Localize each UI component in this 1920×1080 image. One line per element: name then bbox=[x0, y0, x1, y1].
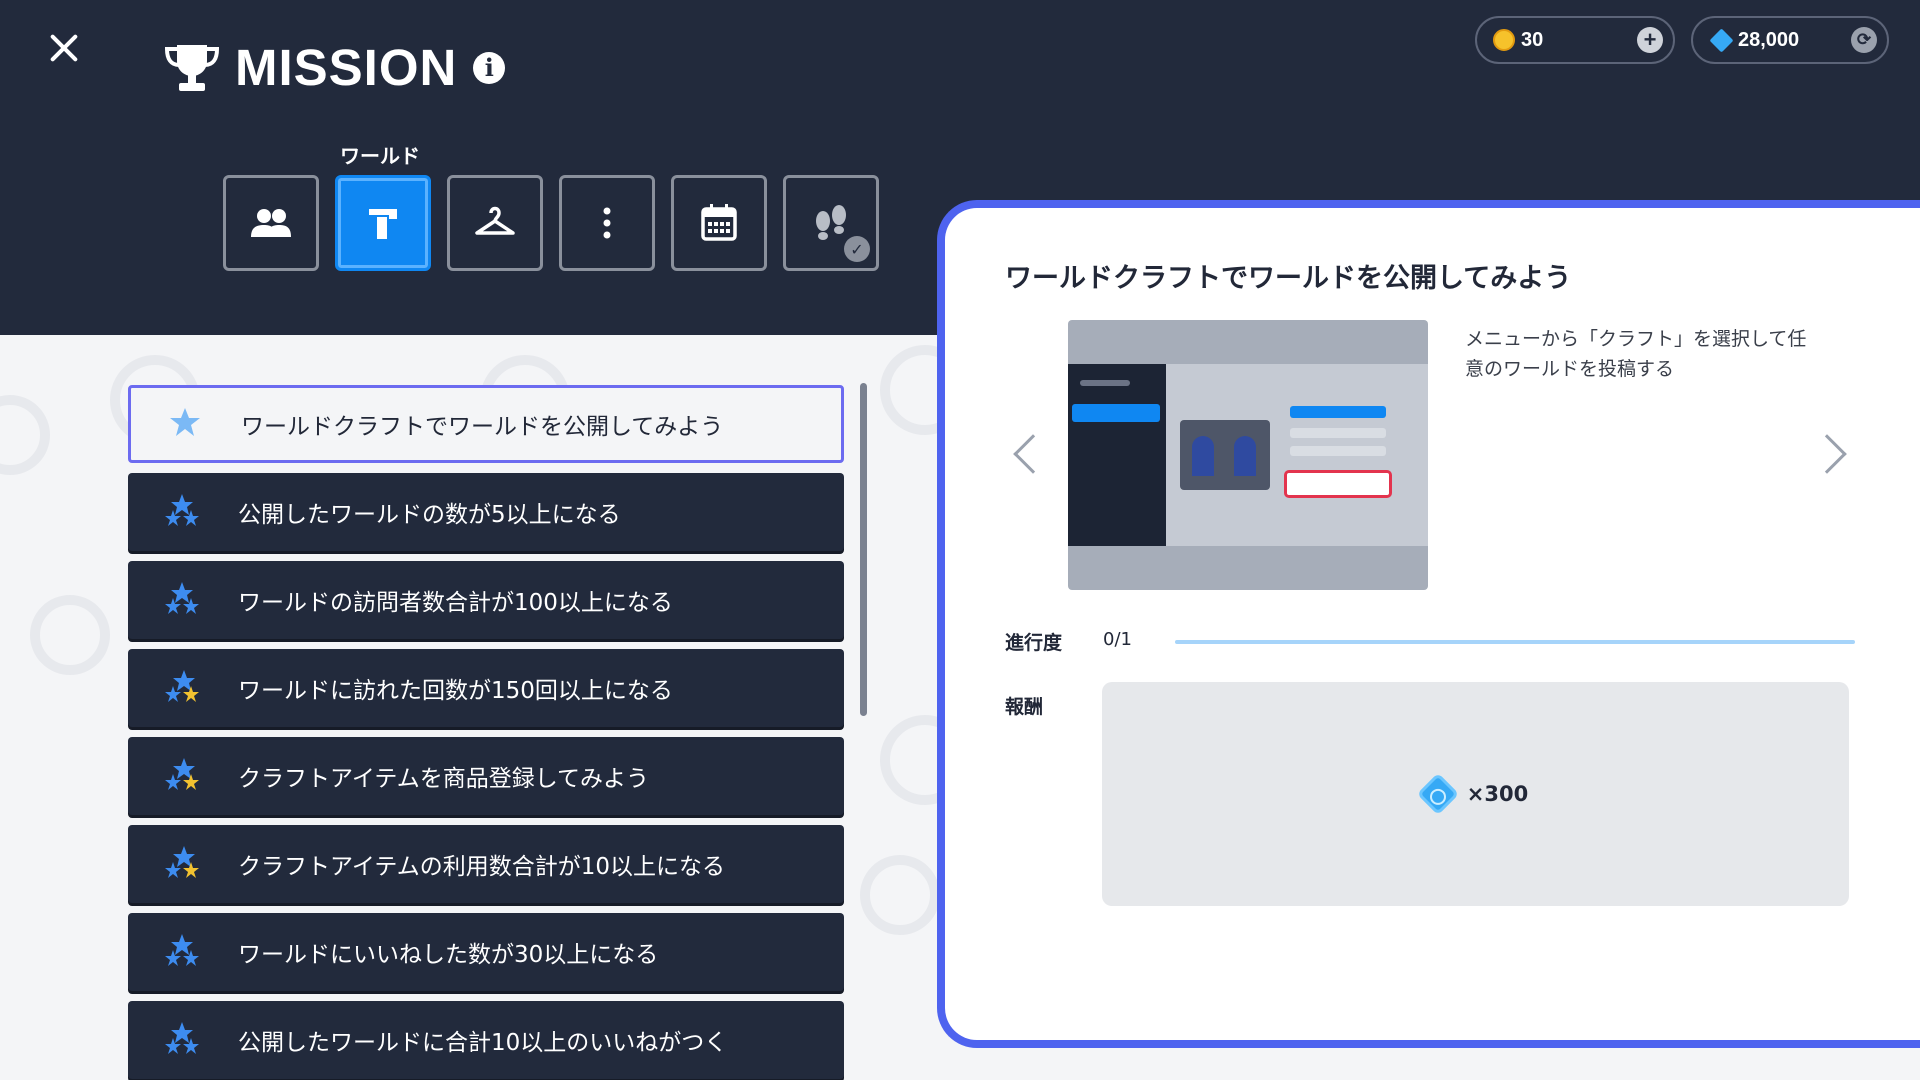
coin-icon bbox=[1493, 29, 1515, 51]
preview-craft-button bbox=[1290, 406, 1386, 418]
reward-label: 報酬 bbox=[1005, 696, 1044, 718]
tab-more[interactable] bbox=[559, 175, 655, 271]
reward-amount: ×300 bbox=[1466, 782, 1529, 806]
title-group: MISSION i bbox=[163, 38, 506, 97]
mission-list-scrollbar[interactable] bbox=[860, 383, 867, 716]
preview-sidebar-item bbox=[1072, 404, 1160, 422]
mission-item[interactable]: 公開したワールドに合計10以上のいいねがつく bbox=[128, 1001, 844, 1079]
mission-title: ワールドの訪問者数合計が100以上になる bbox=[238, 590, 673, 616]
gem-icon bbox=[1709, 27, 1734, 53]
preview-room-thumbnail bbox=[1180, 420, 1270, 490]
mission-title: 公開したワールドに合計10以上のいいねがつく bbox=[238, 1030, 728, 1056]
hanger-icon bbox=[475, 206, 515, 235]
gem-balance: 28,000 ⟳ bbox=[1691, 16, 1889, 64]
preview-row bbox=[1290, 428, 1386, 438]
preview-main bbox=[1166, 364, 1428, 546]
tab-footprints[interactable]: ✓ bbox=[783, 175, 879, 271]
add-coins-icon[interactable]: + bbox=[1637, 27, 1663, 53]
completed-check-icon: ✓ bbox=[844, 236, 870, 262]
mission-title: ワールドにいいねした数が30以上になる bbox=[238, 942, 659, 968]
close-icon[interactable] bbox=[44, 28, 84, 68]
star-rank-2-icon bbox=[165, 582, 199, 614]
mission-item[interactable]: ワールドに訪れた回数が150回以上になる bbox=[128, 649, 844, 727]
category-label: ワールド bbox=[340, 144, 420, 168]
mission-item[interactable]: ワールドの訪問者数合計が100以上になる bbox=[128, 561, 844, 639]
more-icon bbox=[603, 207, 611, 239]
star-rank-3-icon bbox=[165, 846, 199, 878]
mission-title: ワールドに訪れた回数が150回以上になる bbox=[238, 678, 673, 704]
mission-list: ワールドクラフトでワールドを公開してみよう 公開したワールドの数が5以上になる … bbox=[128, 385, 844, 1080]
exchange-icon[interactable]: ⟳ bbox=[1851, 27, 1877, 53]
info-icon[interactable]: i bbox=[473, 51, 506, 84]
progress-bar bbox=[1175, 640, 1855, 644]
mission-preview-image bbox=[1068, 320, 1428, 590]
progress-label: 進行度 bbox=[1005, 632, 1063, 654]
coin-amount: 30 bbox=[1521, 28, 1544, 51]
gem-amount: 28,000 bbox=[1738, 28, 1800, 51]
star-rank-2-icon bbox=[165, 494, 199, 526]
star-rank-3-icon bbox=[165, 758, 199, 790]
previous-arrow-icon[interactable] bbox=[1013, 434, 1053, 474]
detail-title: ワールドクラフトでワールドを公開してみよう bbox=[1005, 263, 1572, 294]
page-title: MISSION bbox=[235, 39, 458, 96]
mission-title: ワールドクラフトでワールドを公開してみよう bbox=[241, 414, 724, 440]
tab-friends[interactable] bbox=[223, 175, 319, 271]
calendar-icon bbox=[701, 204, 737, 241]
trophy-icon bbox=[164, 44, 220, 91]
detail-description: メニューから「クラフト」を選択して任意のワールドを投稿する bbox=[1465, 328, 1807, 380]
mission-title: クラフトアイテムの利用数合計が10以上になる bbox=[238, 854, 725, 880]
tab-world[interactable] bbox=[335, 175, 431, 271]
mission-item[interactable]: 公開したワールドの数が5以上になる bbox=[128, 473, 844, 551]
reward-box: ×300 bbox=[1102, 682, 1849, 906]
star-rank-2-icon bbox=[165, 934, 199, 966]
star-rank-3-icon bbox=[165, 670, 199, 702]
mission-detail-panel: ワールドクラフトでワールドを公開してみよう メニューから「クラフト」を選択して任… bbox=[937, 200, 1920, 1048]
preview-row bbox=[1290, 446, 1386, 456]
mission-item[interactable]: ワールドクラフトでワールドを公開してみよう bbox=[128, 385, 844, 463]
tab-avatar[interactable] bbox=[447, 175, 543, 271]
next-arrow-icon[interactable] bbox=[1807, 434, 1847, 474]
hammer-icon bbox=[369, 209, 397, 239]
tab-calendar[interactable] bbox=[671, 175, 767, 271]
category-tabs: ✓ bbox=[223, 175, 879, 271]
preview-highlight bbox=[1284, 470, 1392, 498]
star-rank-1-icon bbox=[170, 408, 200, 436]
mission-item[interactable]: ワールドにいいねした数が30以上になる bbox=[128, 913, 844, 991]
mission-title: 公開したワールドの数が5以上になる bbox=[238, 502, 621, 528]
star-rank-2-icon bbox=[165, 1022, 199, 1054]
coin-balance: 30 + bbox=[1475, 16, 1675, 64]
friends-icon bbox=[251, 209, 291, 237]
mission-item[interactable]: クラフトアイテムを商品登録してみよう bbox=[128, 737, 844, 815]
progress-value: 0/1 bbox=[1103, 629, 1132, 650]
mission-item[interactable]: クラフトアイテムの利用数合計が10以上になる bbox=[128, 825, 844, 903]
preview-sidebar bbox=[1068, 364, 1166, 546]
mission-title: クラフトアイテムを商品登録してみよう bbox=[238, 766, 650, 792]
gem-icon bbox=[1416, 772, 1459, 816]
preview-sidebar-header bbox=[1080, 380, 1130, 386]
